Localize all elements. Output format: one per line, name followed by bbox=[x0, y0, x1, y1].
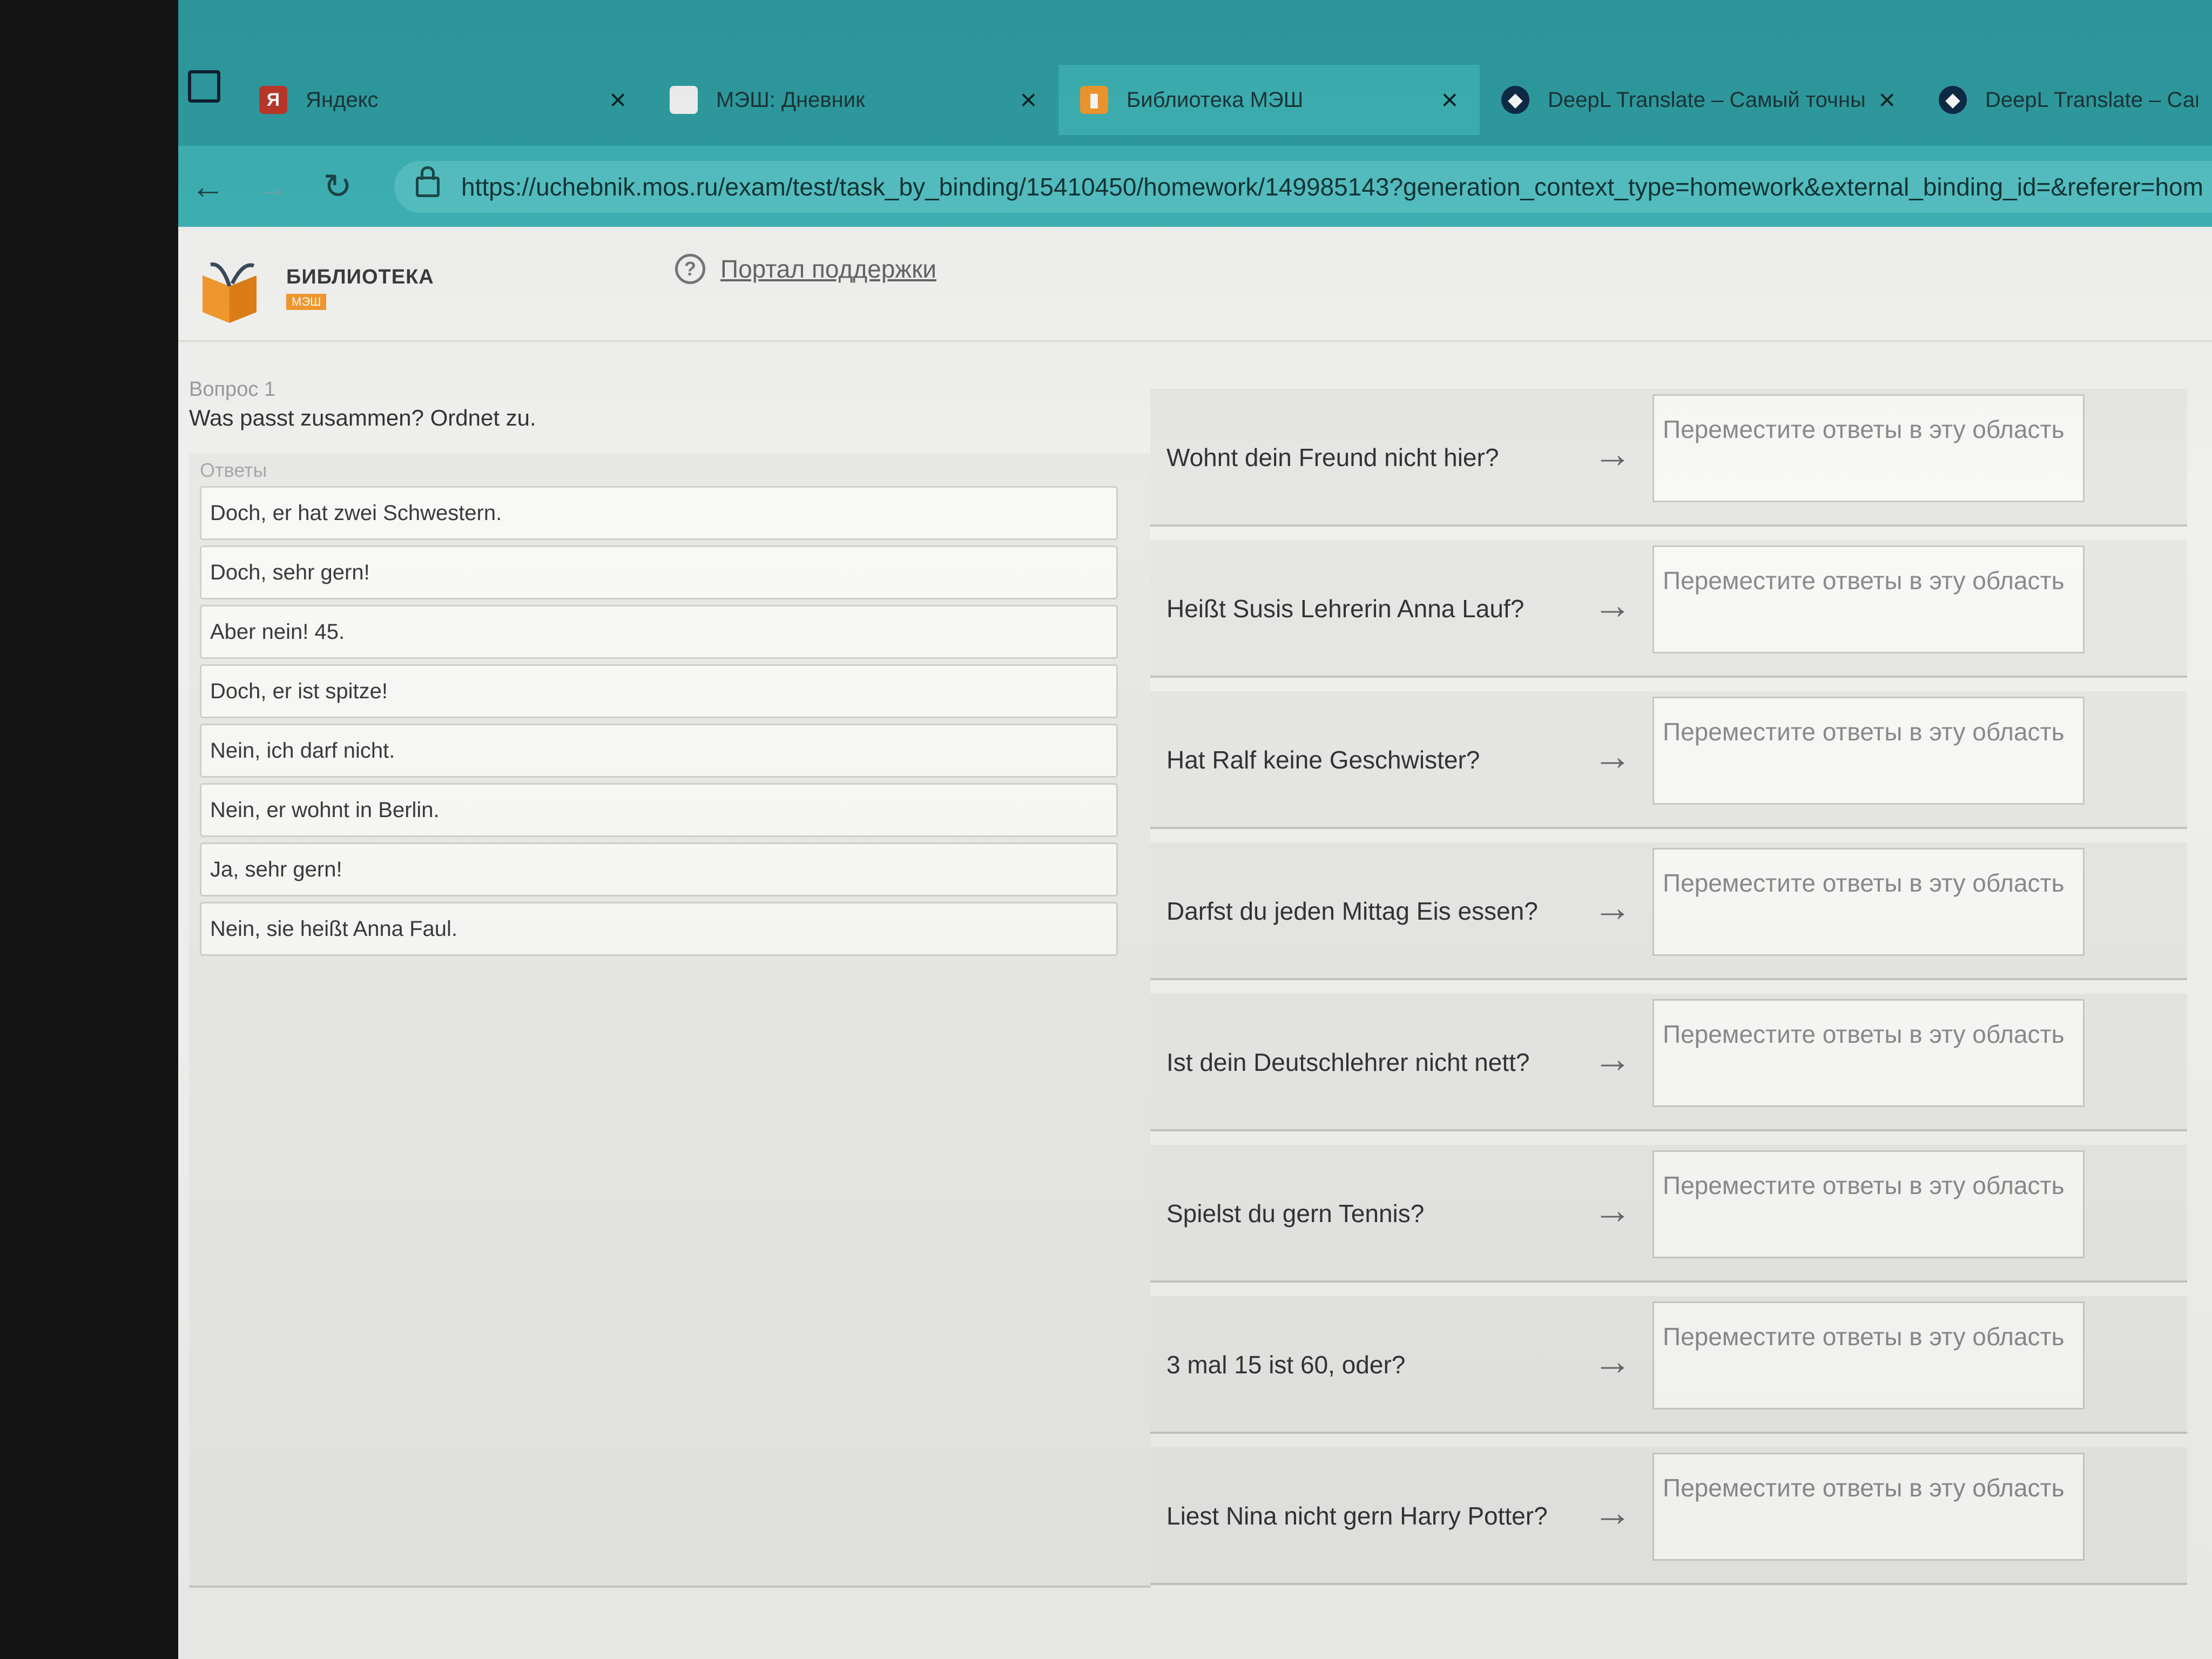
help-icon: ? bbox=[675, 254, 705, 284]
window-menu-icon[interactable] bbox=[188, 70, 220, 103]
answer-item[interactable]: Doch, er ist spitze! bbox=[200, 664, 1118, 718]
close-icon[interactable]: × bbox=[1441, 83, 1458, 117]
arrow-right-icon: → bbox=[1593, 735, 1632, 778]
match-question-text: Spielst du gern Tennis? bbox=[1166, 1199, 1425, 1228]
arrow-right-icon: → bbox=[1593, 584, 1632, 627]
reload-icon[interactable]: ↻ bbox=[319, 167, 356, 206]
arrow-right-icon: → bbox=[1593, 1340, 1632, 1383]
book-icon: ▮ bbox=[1080, 86, 1108, 114]
tab-title: Библиотека МЭШ bbox=[1127, 87, 1304, 112]
answers-label: Ответы bbox=[200, 459, 267, 481]
match-question-text: Wohnt dein Freund nicht hier? bbox=[1166, 443, 1499, 471]
tab-title: DeepL Translate – Самый т bbox=[1985, 87, 2198, 112]
answer-drop-zone[interactable]: Переместите ответы в эту область bbox=[1653, 697, 2085, 805]
answer-drop-zone[interactable]: Переместите ответы в эту область bbox=[1653, 545, 2085, 653]
arrow-right-icon: → bbox=[1593, 1491, 1632, 1534]
tab-mesh-diary[interactable]: МЭШ: Дневник × bbox=[648, 65, 1058, 135]
page-icon bbox=[670, 86, 698, 114]
answer-drop-zone[interactable]: Переместите ответы в эту область bbox=[1653, 1150, 2085, 1258]
match-row: Darfst du jeden Mittag Eis essen? → Пере… bbox=[1150, 842, 2187, 980]
site-header: БИБЛИОТЕКА МЭШ ? Портал поддержки bbox=[178, 227, 2212, 342]
page-content: БИБЛИОТЕКА МЭШ ? Портал поддержки Вопрос… bbox=[178, 227, 2212, 1659]
close-icon[interactable]: × bbox=[609, 83, 626, 117]
match-row: Ist dein Deutschlehrer nicht nett? → Пер… bbox=[1150, 994, 2187, 1131]
question-text: Was passt zusammen? Ordnet zu. bbox=[189, 405, 536, 430]
arrow-right-icon: → bbox=[1593, 433, 1632, 476]
tab-title: Яндекс bbox=[306, 87, 379, 112]
deepl-icon: ◆ bbox=[1501, 86, 1529, 114]
tab-deepl-1[interactable]: ◆ DeepL Translate – Самый точны × bbox=[1480, 65, 1917, 135]
match-row: Heißt Susis Lehrerin Anna Lauf? → Переме… bbox=[1150, 540, 2187, 678]
url-text[interactable]: https://uchebnik.mos.ru/exam/test/task_b… bbox=[461, 172, 2203, 201]
answer-drop-zone[interactable]: Переместите ответы в эту область bbox=[1653, 848, 2085, 956]
tab-title: DeepL Translate – Самый точны bbox=[1548, 87, 1866, 112]
forward-arrow-icon[interactable]: → bbox=[254, 167, 292, 206]
browser-toolbar: ← → ↻ https://uchebnik.mos.ru/exam/test/… bbox=[178, 146, 2212, 227]
support-portal[interactable]: ? Портал поддержки bbox=[675, 254, 936, 284]
answer-item[interactable]: Ja, sehr gern! bbox=[200, 842, 1118, 896]
arrow-right-icon: → bbox=[1593, 1037, 1632, 1081]
back-arrow-icon[interactable]: ← bbox=[189, 167, 227, 206]
arrow-right-icon: → bbox=[1593, 886, 1632, 929]
logo-title: БИБЛИОТЕКА bbox=[286, 266, 434, 288]
match-row: Spielst du gern Tennis? → Переместите от… bbox=[1150, 1145, 2187, 1283]
match-question-text: Hat Ralf keine Geschwister? bbox=[1166, 746, 1480, 774]
match-row: Wohnt dein Freund nicht hier? → Перемест… bbox=[1150, 389, 2187, 527]
answer-item[interactable]: Doch, sehr gern! bbox=[200, 545, 1118, 599]
answer-item[interactable]: Doch, er hat zwei Schwestern. bbox=[200, 486, 1118, 540]
arrow-right-icon: → bbox=[1593, 1189, 1632, 1232]
answer-item[interactable]: Nein, er wohnt in Berlin. bbox=[200, 783, 1118, 837]
match-question-text: Liest Nina nicht gern Harry Potter? bbox=[1166, 1502, 1548, 1530]
yandex-icon: Я bbox=[259, 86, 287, 114]
match-question-text: Ist dein Deutschlehrer nicht nett? bbox=[1166, 1048, 1530, 1076]
answer-item[interactable]: Nein, sie heißt Anna Faul. bbox=[200, 902, 1118, 956]
library-logo-icon[interactable] bbox=[200, 259, 259, 324]
match-row: Liest Nina nicht gern Harry Potter? → Пе… bbox=[1150, 1447, 2187, 1585]
match-question-text: Darfst du jeden Mittag Eis essen? bbox=[1166, 897, 1538, 925]
close-icon[interactable]: × bbox=[1878, 83, 1896, 117]
match-question-text: 3 mal 15 ist 60, oder? bbox=[1166, 1351, 1406, 1379]
answers-panel: Ответы Doch, er hat zwei Schwestern. Doc… bbox=[189, 454, 1150, 1588]
close-icon[interactable]: × bbox=[1020, 83, 1037, 117]
tab-bar: Я Яндекс × МЭШ: Дневник × ▮ Библиотека М… bbox=[178, 0, 2212, 146]
match-question-text: Heißt Susis Lehrerin Anna Lauf? bbox=[1166, 595, 1525, 623]
match-row: Hat Ralf keine Geschwister? → Переместит… bbox=[1150, 691, 2187, 829]
match-row: 3 mal 15 ist 60, oder? → Переместите отв… bbox=[1150, 1296, 2187, 1434]
answer-drop-zone[interactable]: Переместите ответы в эту область bbox=[1653, 394, 2085, 502]
tab-deepl-2[interactable]: ◆ DeepL Translate – Самый т bbox=[1917, 65, 2212, 135]
tab-library-mesh[interactable]: ▮ Библиотека МЭШ × bbox=[1058, 65, 1480, 135]
answer-drop-zone[interactable]: Переместите ответы в эту область bbox=[1653, 1453, 2085, 1561]
tab-yandex[interactable]: Я Яндекс × bbox=[238, 65, 648, 135]
question-number: Вопрос 1 bbox=[189, 378, 276, 401]
answer-item[interactable]: Nein, ich darf nicht. bbox=[200, 724, 1118, 778]
answer-drop-zone[interactable]: Переместите ответы в эту область bbox=[1653, 999, 2085, 1107]
answer-item[interactable]: Aber nein! 45. bbox=[200, 605, 1118, 659]
support-portal-link[interactable]: Портал поддержки bbox=[720, 254, 936, 284]
answer-drop-zone[interactable]: Переместите ответы в эту область bbox=[1653, 1301, 2085, 1410]
screen: Я Яндекс × МЭШ: Дневник × ▮ Библиотека М… bbox=[178, 0, 2212, 1659]
lock-icon bbox=[416, 166, 440, 197]
logo-badge: МЭШ bbox=[286, 294, 327, 310]
address-bar[interactable]: https://uchebnik.mos.ru/exam/test/task_b… bbox=[394, 161, 2212, 213]
tab-title: МЭШ: Дневник bbox=[716, 87, 865, 112]
deepl-icon: ◆ bbox=[1939, 86, 1967, 114]
